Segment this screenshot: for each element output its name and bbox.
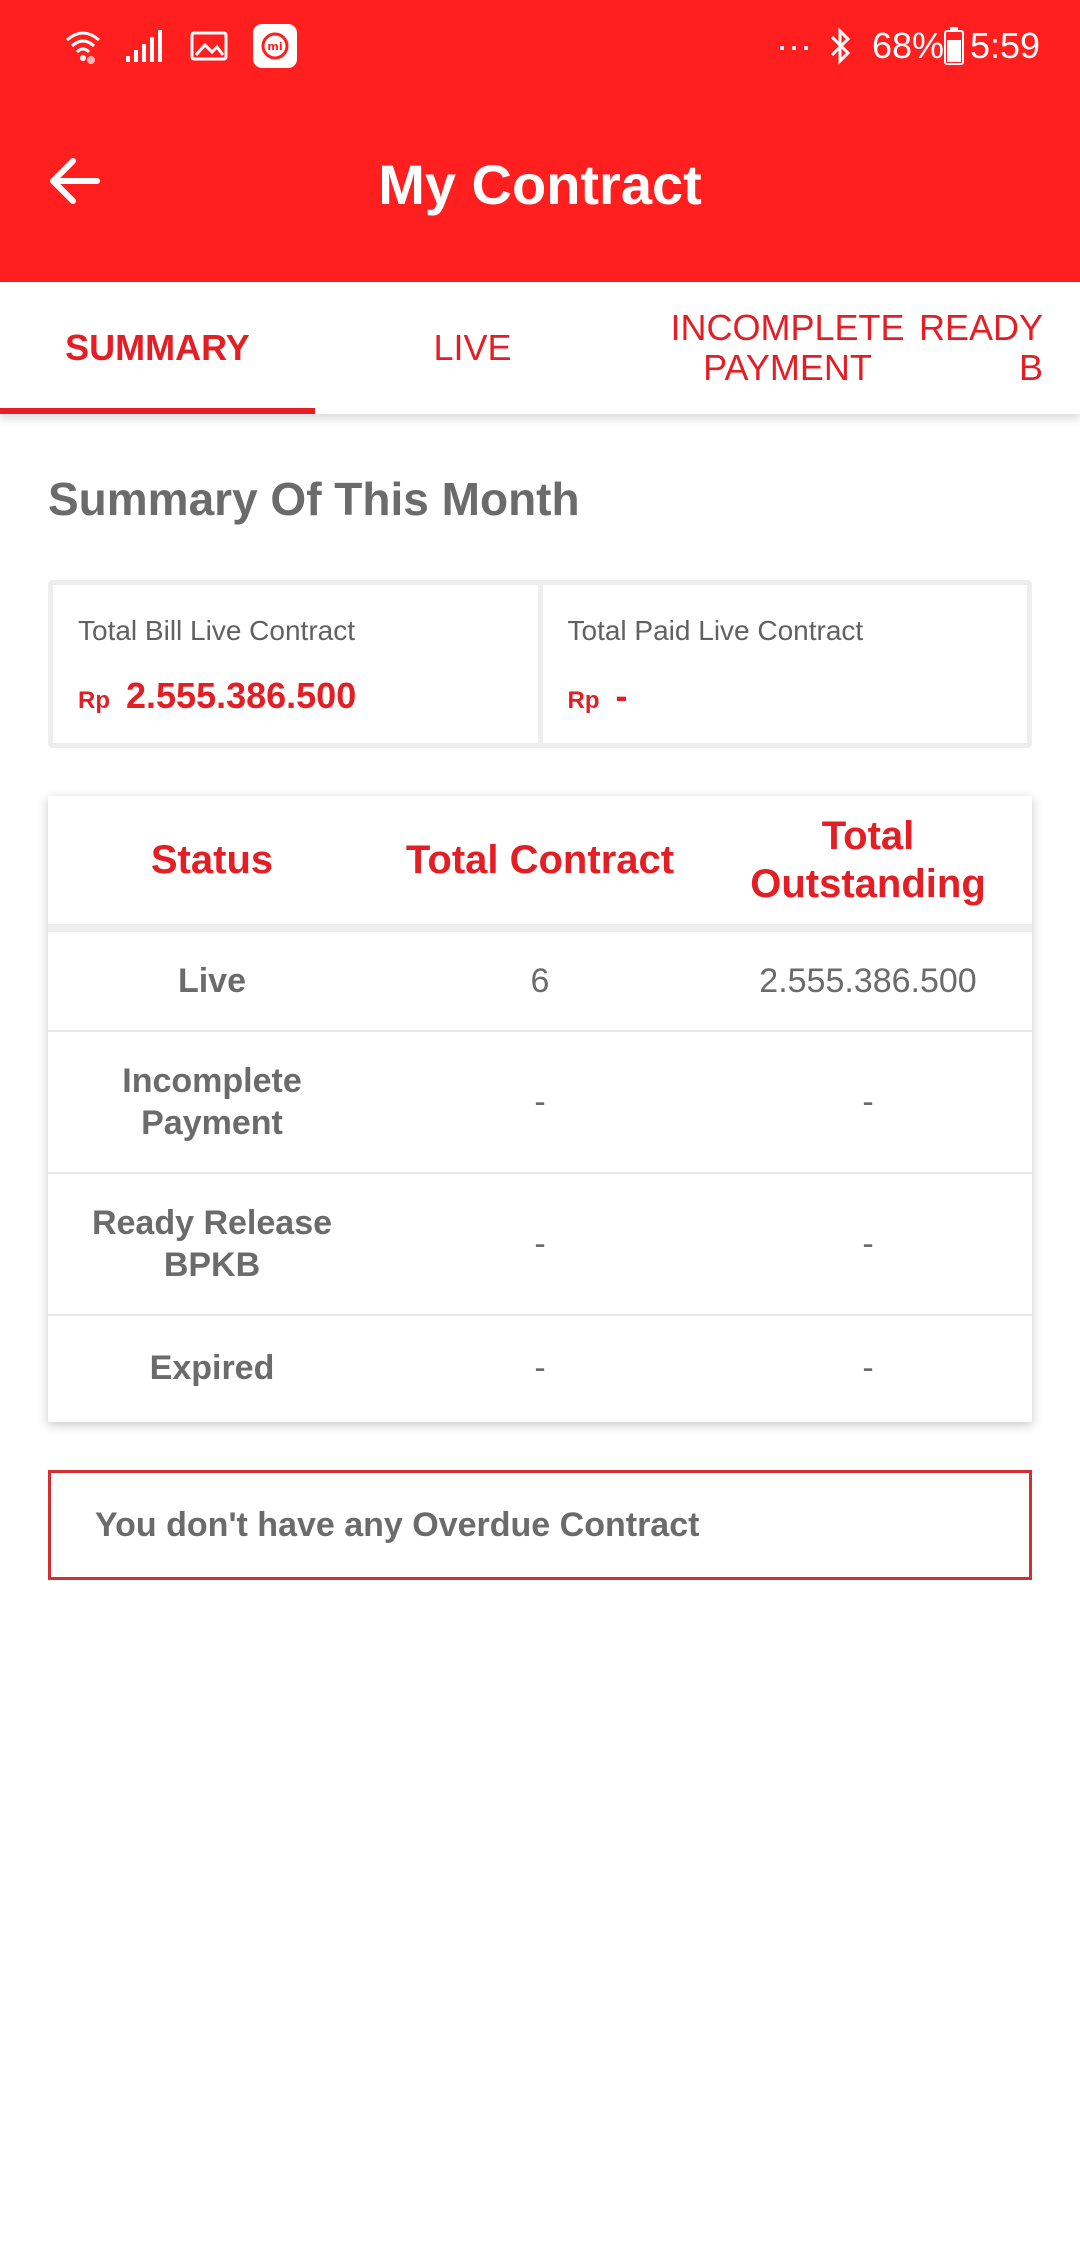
- table-header: Status Total Contract Total Outstanding: [48, 796, 1032, 932]
- tab-bar: SUMMARY LIVE INCOMPLETE PAYMENT READY B: [0, 282, 1080, 414]
- app-bar: My Contract: [0, 90, 1080, 282]
- more-dots: ···: [776, 25, 812, 66]
- total-bill-cell: Total Bill Live Contract Rp 2.555.386.50…: [53, 585, 538, 743]
- total-paid-value: Rp -: [568, 675, 1028, 717]
- row-status: Expired: [149, 1349, 275, 1387]
- total-paid-label: Total Paid Live Contract: [567, 615, 864, 646]
- totals-box: Total Bill Live Contract Rp 2.555.386.50…: [48, 580, 1032, 748]
- row-total-contract: -: [534, 1083, 546, 1121]
- row-total-outstanding: -: [862, 1225, 874, 1263]
- row-status: Ready Release BPKB: [91, 1204, 333, 1284]
- header-status: Status: [150, 838, 274, 882]
- tab-live[interactable]: LIVE: [315, 282, 630, 414]
- total-paid-cell: Total Paid Live Contract Rp -: [537, 585, 1028, 743]
- total-bill-label: Total Bill Live Contract: [78, 615, 356, 646]
- row-status: Live: [177, 962, 247, 1000]
- currency-label: Rp: [78, 687, 110, 714]
- bluetooth-icon: [826, 22, 856, 70]
- row-total-outstanding: 2.555.386.500: [759, 962, 977, 1000]
- signal-icon: [122, 22, 166, 70]
- table-row[interactable]: Incomplete Payment - -: [48, 1032, 1032, 1174]
- total-bill-amount: 2.555.386.500: [126, 675, 357, 716]
- row-status: Incomplete Payment: [122, 1062, 302, 1142]
- overdue-message: You don't have any Overdue Contract: [48, 1470, 1032, 1580]
- row-total-contract: -: [534, 1349, 546, 1387]
- table-row[interactable]: Live 6 2.555.386.500: [48, 932, 1032, 1032]
- status-table: Status Total Contract Total Outstanding …: [48, 796, 1032, 1422]
- row-total-outstanding: -: [862, 1349, 874, 1387]
- tab-summary[interactable]: SUMMARY: [0, 282, 315, 414]
- svg-text:mi: mi: [267, 40, 282, 53]
- summary-title: Summary Of This Month: [48, 473, 580, 525]
- clock: 5:59: [970, 25, 1041, 66]
- table-row[interactable]: Ready Release BPKB - -: [48, 1174, 1032, 1316]
- row-total-contract: -: [534, 1225, 546, 1263]
- table-row[interactable]: Expired - -: [48, 1316, 1032, 1420]
- wifi-icon: [60, 22, 106, 70]
- mi-app-icon: mi: [252, 22, 298, 70]
- battery-percentage: 68%: [872, 25, 945, 66]
- active-tab-indicator: [0, 408, 315, 414]
- battery-icon: [942, 22, 966, 70]
- total-bill-value: Rp 2.555.386.500: [78, 675, 538, 717]
- header-total-contract: Total Contract: [405, 838, 675, 882]
- header-total-outstanding: Total Outstanding: [750, 814, 986, 906]
- tab-incomplete-payment[interactable]: INCOMPLETE PAYMENT: [630, 282, 945, 414]
- currency-label: Rp: [567, 687, 600, 714]
- total-paid-amount: -: [615, 675, 628, 716]
- gallery-icon: [188, 22, 230, 70]
- page-title: My Contract: [378, 153, 702, 216]
- row-total-contract: 6: [530, 962, 550, 1000]
- tab-ready-release-bpkb[interactable]: READY B: [919, 282, 1080, 414]
- row-total-outstanding: -: [862, 1083, 874, 1121]
- status-bar: mi ··· 68% 5:59: [0, 0, 1080, 90]
